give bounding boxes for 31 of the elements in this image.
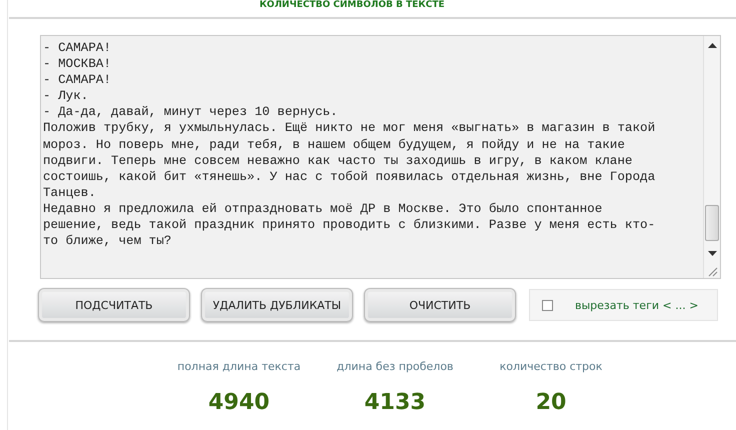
text-line: то ближе, чем ты? bbox=[43, 233, 172, 250]
scrollbar[interactable] bbox=[703, 36, 720, 278]
checkbox-label[interactable]: вырезать теги < ... > bbox=[575, 298, 698, 312]
scroll-thumb[interactable] bbox=[705, 205, 719, 241]
text-line: решение, ведь такой праздник принято проводить с близкими. Разве у меня есть кто- bbox=[43, 217, 656, 234]
stat-value: 4133 bbox=[364, 390, 426, 415]
text-line: - САМАРА! bbox=[43, 40, 112, 56]
text-area-field[interactable] bbox=[40, 35, 721, 279]
stat-label: количество строк bbox=[500, 360, 602, 373]
stat-label: длина без пробелов bbox=[336, 360, 454, 373]
scroll-down-icon[interactable] bbox=[708, 251, 716, 257]
action-button[interactable]: УДАЛИТЬ ДУБЛИКАТЫ bbox=[201, 288, 353, 322]
text-line: - Лук. bbox=[43, 88, 90, 104]
text-line: мороз. Но поверь мне, ради тебя, в нашем общем будущем, я пойду и не на такие bbox=[43, 136, 626, 153]
text-line: Недавно я предложила ей отпраздновать моё ДР в Москве. Это было спонтанное bbox=[43, 200, 604, 218]
action-button[interactable]: ПОДСЧИТАТЬ bbox=[38, 288, 190, 322]
text-line: - Да-да, давай, минут через 10 вернусь. bbox=[43, 104, 339, 120]
scroll-up-icon[interactable] bbox=[708, 42, 716, 48]
text-line: подвиги. Теперь мне совсем неважно как часто ты заходишь в игру, в каком клане bbox=[43, 152, 634, 169]
text-line: состоишь, какой бит «тянешь». У нас с тобой появилась отдельная жизнь, вне Города bbox=[43, 168, 656, 185]
action-button[interactable]: ОЧИСТИТЬ bbox=[364, 288, 516, 322]
text-line: Танцев. bbox=[43, 184, 97, 201]
stat-value: 20 bbox=[536, 390, 566, 415]
stat-value: 4940 bbox=[208, 390, 270, 415]
checkbox[interactable] bbox=[542, 300, 553, 310]
resize-grip-icon[interactable] bbox=[706, 265, 718, 277]
text-line: - МОСКВА! bbox=[43, 56, 112, 72]
text-line: - САМАРА! bbox=[43, 72, 112, 88]
page-title: КОЛИЧЕСТВО СИМВОЛОВ В ТЕКСТЕ bbox=[258, 0, 446, 12]
stat-label: полная длина текста bbox=[177, 360, 301, 373]
text-line: Положив трубку, я ухмыльнулась. Ещё никто не мог меня «выгнать» в магазин в такой bbox=[43, 120, 656, 137]
